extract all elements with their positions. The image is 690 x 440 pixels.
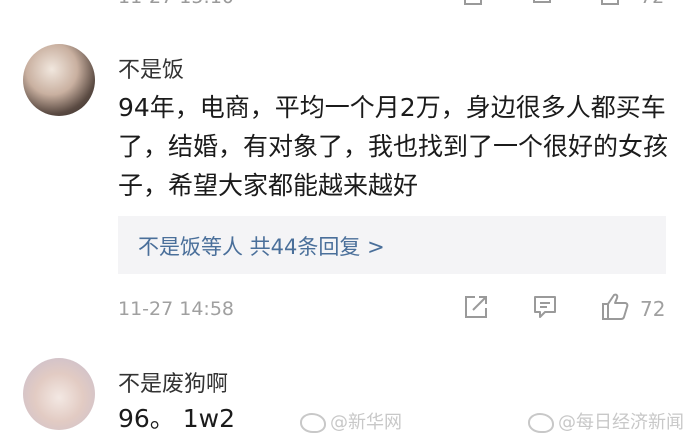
comment-text: 94年，电商，平均一个月2万，身边很多人都买车了，结婚，有对象了，我也找到了一个… [118, 93, 669, 200]
comment-username[interactable]: 不是废狗啊 [118, 366, 228, 398]
watermark: @每日经济新闻 [528, 408, 684, 434]
like-count: 72 [640, 297, 666, 321]
watermark: @新华网 [300, 408, 402, 434]
weibo-logo-icon [528, 413, 554, 433]
comment-icon[interactable] [532, 0, 552, 6]
like-icon[interactable] [600, 292, 630, 322]
previous-comment-like-count: 72 [640, 0, 664, 8]
comment-icon[interactable] [532, 294, 558, 320]
watermark-text: @每日经济新闻 [558, 412, 684, 433]
like-icon[interactable] [600, 0, 620, 6]
weibo-logo-icon [300, 413, 326, 433]
avatar[interactable] [23, 44, 95, 116]
watermark-text: @新华网 [330, 412, 402, 433]
comment-text: 96。 1w2 [118, 404, 236, 433]
previous-comment-meta: 11-27 15:10 72 [0, 0, 690, 10]
comment-username[interactable]: 不是饭 [118, 52, 184, 84]
avatar[interactable] [23, 358, 95, 430]
replies-summary-link[interactable]: 不是饭等人 共44条回复 > [138, 231, 385, 261]
replies-summary[interactable]: 不是饭等人 共44条回复 > [118, 216, 666, 274]
share-icon[interactable] [463, 0, 483, 6]
previous-comment-timestamp: 11-27 15:10 [118, 0, 234, 8]
share-icon[interactable] [463, 294, 489, 320]
comment-timestamp: 11-27 14:58 [118, 298, 235, 320]
